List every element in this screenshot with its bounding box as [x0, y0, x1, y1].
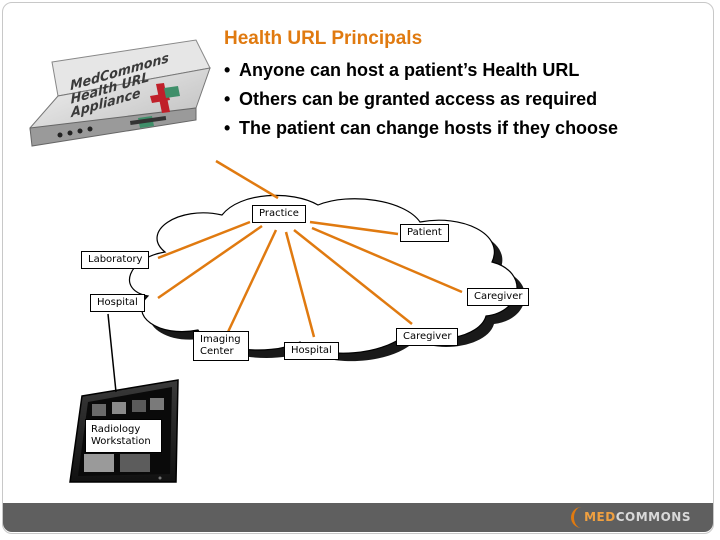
- node-caregiver-bottom: Caregiver: [396, 328, 459, 346]
- bullet-text: Anyone can host a patient’s Health URL: [239, 60, 580, 80]
- bullet-text: Others can be granted access as required: [239, 89, 598, 109]
- node-laboratory: Laboratory: [81, 251, 150, 269]
- node-radiology-line: Workstation: [91, 436, 151, 447]
- slide-title: Health URL Principals: [224, 28, 423, 49]
- bullet-item: • Others can be granted access as require…: [224, 85, 618, 114]
- node-hospital-bottom: Hospital: [284, 342, 339, 360]
- bullet-dot: •: [224, 89, 231, 109]
- bullet-list: • Anyone can host a patient’s Health URL …: [224, 56, 618, 143]
- slide: MedCommons Health URL Appliance Health U…: [0, 0, 720, 540]
- node-patient: Patient: [400, 224, 449, 242]
- node-radiology-workstation: Radiology Workstation: [85, 419, 162, 453]
- node-imaging-center-line: Imaging: [200, 334, 241, 345]
- monitor-connector: [107, 313, 117, 393]
- network-cloud: [129, 194, 518, 354]
- node-imaging-center-line: Center: [200, 346, 234, 357]
- bullet-item: • The patient can change hosts if they ch…: [224, 114, 618, 143]
- node-caregiver-right: Caregiver: [467, 288, 530, 306]
- logo-part-med: MED: [584, 510, 616, 524]
- bullet-item: • Anyone can host a patient’s Health URL: [224, 56, 618, 85]
- node-practice: Practice: [252, 205, 306, 223]
- footer-bar: MEDCOMMONS: [3, 503, 713, 532]
- logo-part-commons: COMMONS: [615, 510, 691, 524]
- bullet-dot: •: [224, 118, 231, 138]
- medcommons-logo: MEDCOMMONS: [571, 507, 701, 528]
- node-hospital-left: Hospital: [90, 294, 145, 312]
- bullet-text: The patient can change hosts if they cho…: [239, 118, 619, 138]
- bullet-dot: •: [224, 60, 231, 80]
- node-imaging-center: Imaging Center: [193, 331, 249, 361]
- node-radiology-line: Radiology: [91, 424, 141, 435]
